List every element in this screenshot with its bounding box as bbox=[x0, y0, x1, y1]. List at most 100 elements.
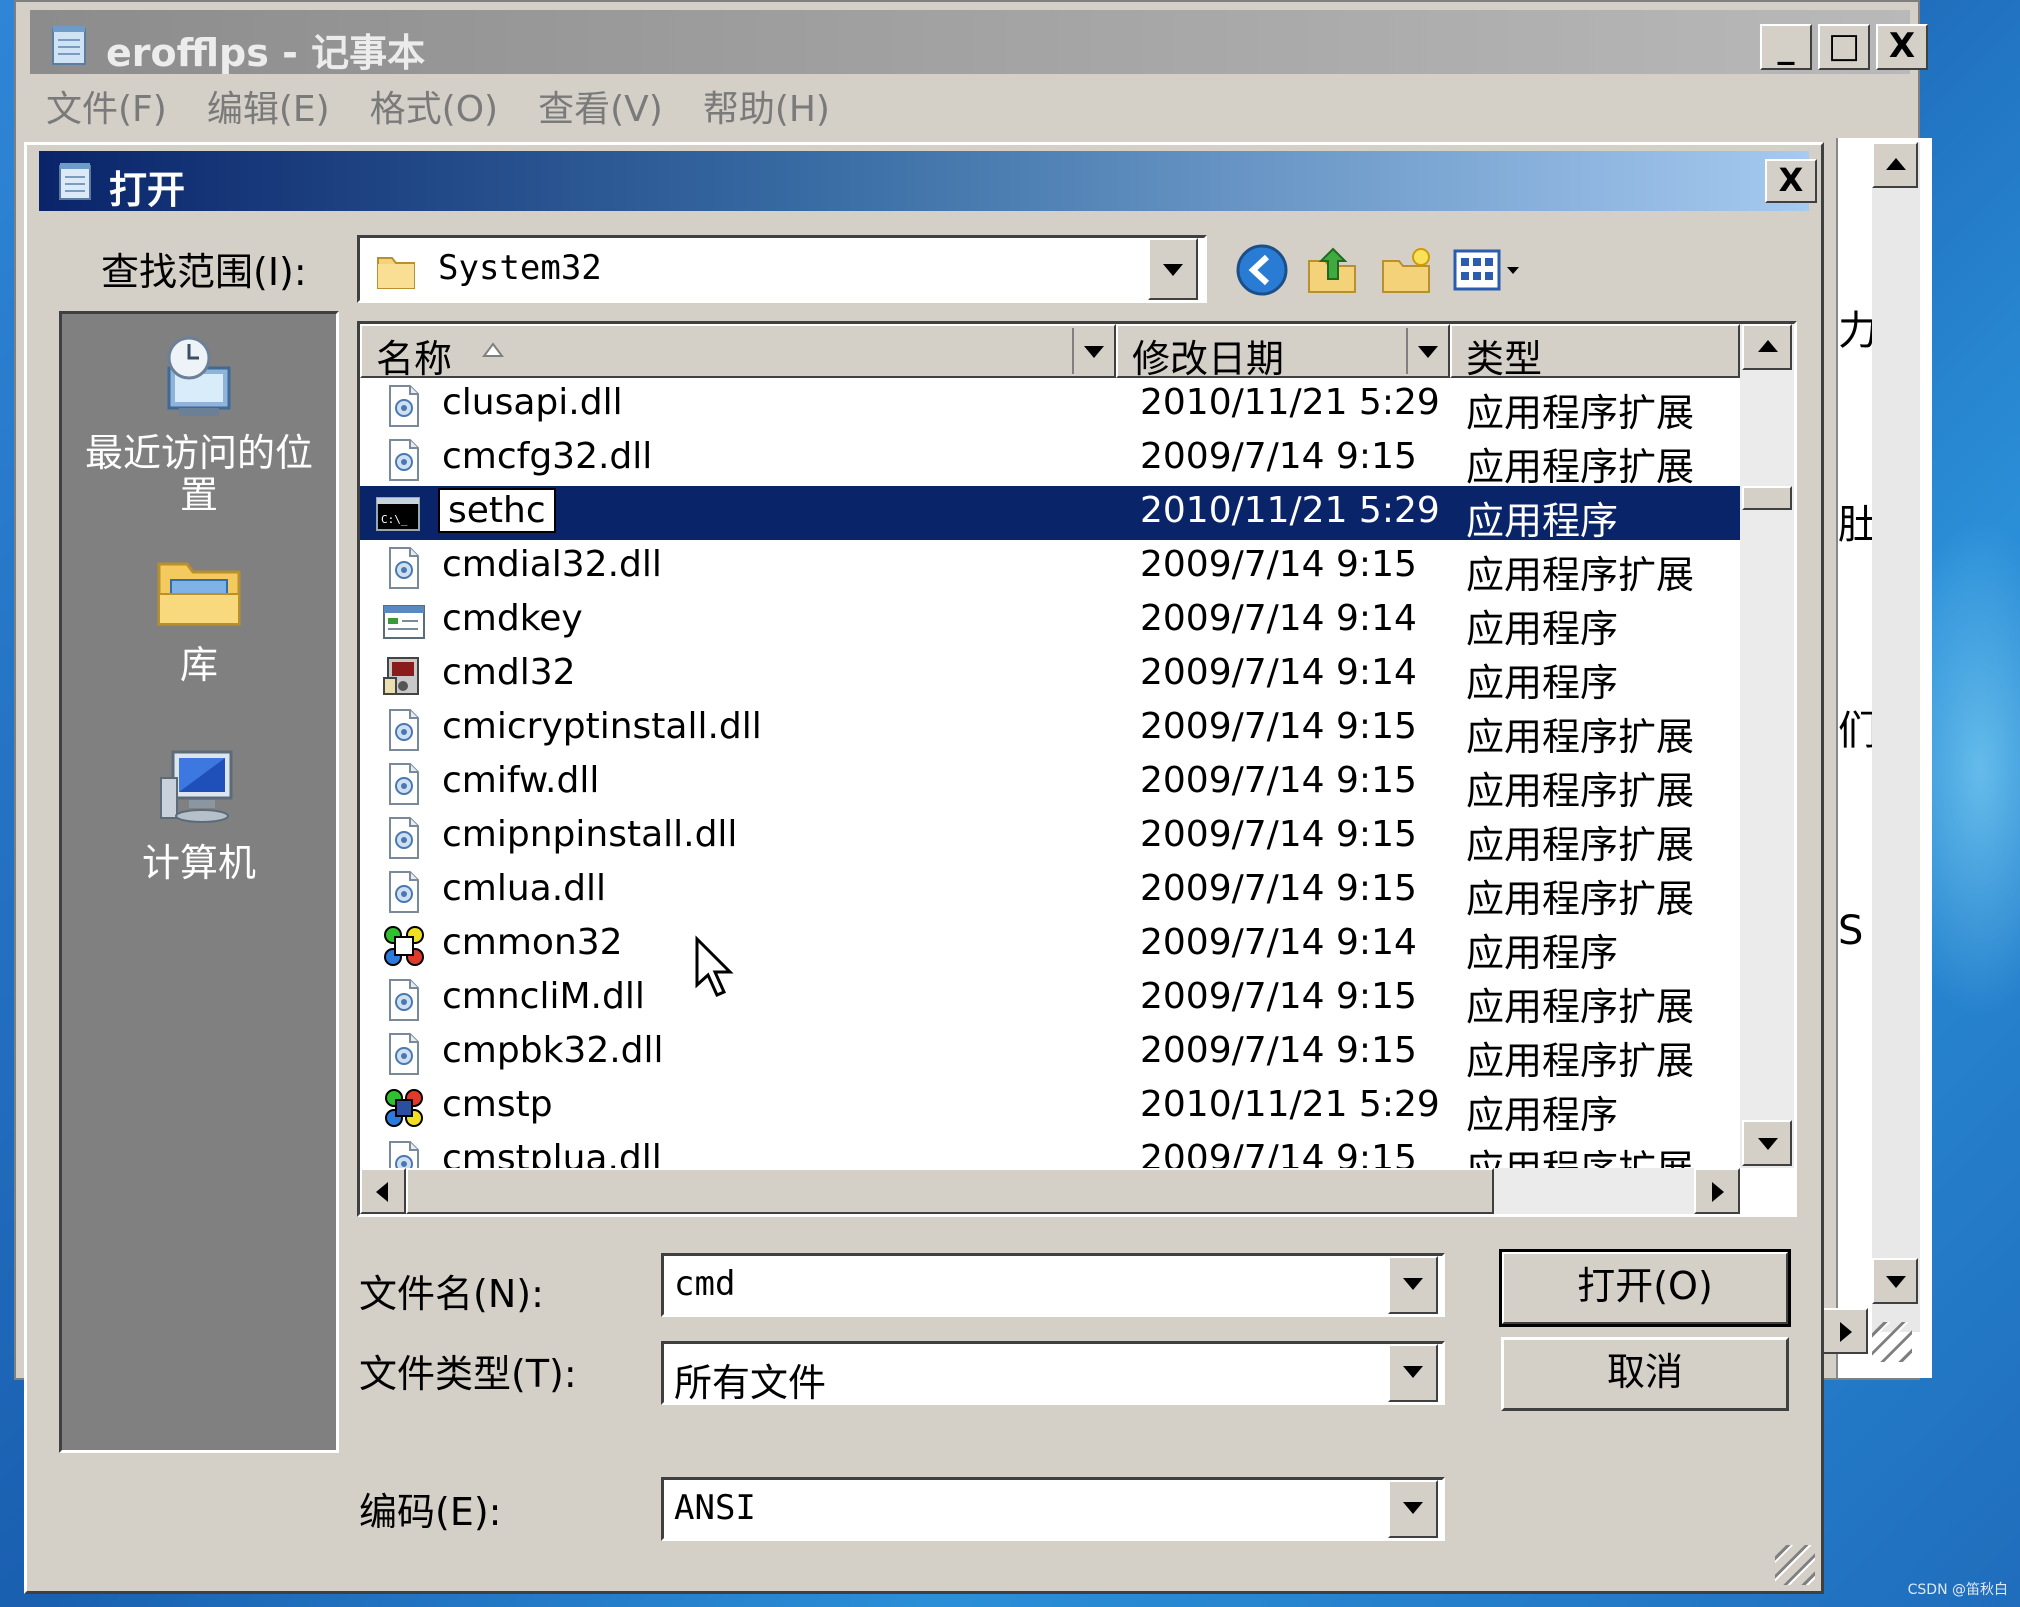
file-scroll-thumb[interactable] bbox=[1742, 486, 1792, 510]
file-hscroll-thumb[interactable] bbox=[406, 1168, 1494, 1214]
notepad-menu-bar: 文件(F) 编辑(E) 格式(O) 查看(V) 帮助(H) bbox=[46, 80, 870, 132]
file-row[interactable]: cmcfg32.dll 2009/7/14 9:15 应用程序扩展 bbox=[360, 432, 1740, 489]
file-scroll-left-button[interactable] bbox=[360, 1168, 406, 1214]
recent-places-icon bbox=[167, 336, 231, 416]
dialog-title: 打开 bbox=[109, 168, 186, 212]
view-menu-icon[interactable] bbox=[1451, 241, 1527, 299]
notepad-title: erofflps - 记事本 bbox=[106, 31, 426, 75]
file-row[interactable]: cmstp 2010/11/21 5:29 应用程序 bbox=[360, 1080, 1740, 1137]
file-scroll-down-button[interactable] bbox=[1742, 1120, 1792, 1166]
scroll-up-button[interactable] bbox=[1872, 142, 1918, 188]
look-in-dropdown-button[interactable] bbox=[1148, 238, 1198, 300]
file-type-select[interactable]: 所有文件 bbox=[661, 1341, 1445, 1405]
menu-view[interactable]: 查看(V) bbox=[538, 80, 663, 132]
file-modified-date: 2009/7/14 9:15 bbox=[1140, 436, 1417, 477]
file-type-dropdown-button[interactable] bbox=[1388, 1344, 1438, 1402]
cmd-exe-icon: C:\_ bbox=[376, 492, 420, 536]
back-icon[interactable] bbox=[1233, 241, 1291, 299]
dialog-resize-grip[interactable] bbox=[1775, 1545, 1815, 1585]
text-fragment: S bbox=[1838, 908, 1864, 954]
svg-text:C:\_: C:\_ bbox=[381, 513, 408, 526]
column-header-modified[interactable]: 修改日期 bbox=[1116, 324, 1450, 381]
dialog-title-bar[interactable]: 打开 X bbox=[39, 151, 1817, 212]
file-name: cmcfg32.dll bbox=[442, 436, 653, 477]
column-modified-label: 修改日期 bbox=[1132, 337, 1285, 381]
scroll-down-button[interactable] bbox=[1872, 1258, 1918, 1304]
menu-file[interactable]: 文件(F) bbox=[46, 80, 167, 132]
file-name: cmifw.dll bbox=[442, 760, 600, 801]
dialog-close-button[interactable]: X bbox=[1765, 159, 1817, 203]
file-modified-date: 2010/11/21 5:29 bbox=[1140, 490, 1440, 531]
file-type: 应用程序扩展 bbox=[1466, 823, 1695, 867]
maximize-button[interactable]: □ bbox=[1818, 24, 1870, 70]
open-dialog: 打开 X 查找范围(I): System32 最近访问的位置 库 计算机 名称 … bbox=[24, 142, 1824, 1594]
file-type-value: 所有文件 bbox=[674, 1361, 827, 1405]
place-recent[interactable]: 最近访问的位置 bbox=[62, 328, 336, 516]
notepad-vertical-scrollbar[interactable] bbox=[1872, 142, 1920, 1332]
file-name-label: 文件名(N): bbox=[359, 1272, 544, 1316]
file-modified-date: 2009/7/14 9:15 bbox=[1140, 1030, 1417, 1071]
notepad-scroll-right-button[interactable] bbox=[1822, 1308, 1868, 1354]
file-name-value: cmd bbox=[674, 1264, 736, 1304]
file-list-vertical-scrollbar[interactable] bbox=[1740, 324, 1794, 1168]
column-header-name[interactable]: 名称 bbox=[360, 324, 1116, 381]
file-list[interactable]: 名称 修改日期 类型 clusapi.dll 2010/11/21 5:29 应用程… bbox=[357, 321, 1797, 1217]
notepad-title-bar[interactable]: erofflps - 记事本 _ □ X bbox=[30, 10, 1928, 75]
file-name: cmicryptinstall.dll bbox=[442, 706, 762, 747]
file-row[interactable]: cmdial32.dll 2009/7/14 9:15 应用程序扩展 bbox=[360, 540, 1740, 597]
close-button[interactable]: X bbox=[1876, 24, 1928, 70]
place-libraries[interactable]: 库 bbox=[62, 540, 336, 686]
file-row[interactable]: cmicryptinstall.dll 2009/7/14 9:15 应用程序扩展 bbox=[360, 702, 1740, 759]
file-scroll-up-button[interactable] bbox=[1742, 324, 1792, 370]
notepad-resize-grip[interactable] bbox=[1872, 1322, 1912, 1362]
encoding-value: ANSI bbox=[674, 1488, 756, 1528]
menu-edit[interactable]: 编辑(E) bbox=[207, 80, 330, 132]
file-row[interactable]: cmpbk32.dll 2009/7/14 9:15 应用程序扩展 bbox=[360, 1026, 1740, 1083]
file-type: 应用程序 bbox=[1466, 661, 1619, 705]
file-row[interactable]: cmlua.dll 2009/7/14 9:15 应用程序扩展 bbox=[360, 864, 1740, 921]
file-row[interactable]: cmdkey 2009/7/14 9:14 应用程序 bbox=[360, 594, 1740, 651]
file-row[interactable]: cmdl32 2009/7/14 9:14 应用程序 bbox=[360, 648, 1740, 705]
up-folder-icon[interactable] bbox=[1303, 241, 1361, 299]
file-row[interactable]: cmmon32 2009/7/14 9:14 应用程序 bbox=[360, 918, 1740, 975]
file-modified-date: 2009/7/14 9:14 bbox=[1140, 652, 1417, 693]
file-modified-date: 2009/7/14 9:15 bbox=[1140, 706, 1417, 747]
dll-icon bbox=[382, 438, 426, 482]
file-name-dropdown-button[interactable] bbox=[1388, 1256, 1438, 1314]
file-name-input[interactable]: cmd bbox=[661, 1253, 1445, 1317]
file-type: 应用程序扩展 bbox=[1466, 769, 1695, 813]
file-type: 应用程序 bbox=[1466, 1093, 1619, 1137]
file-modified-date: 2009/7/14 9:15 bbox=[1140, 760, 1417, 801]
watermark: CSDN @笛秋白 bbox=[1907, 1582, 2008, 1598]
file-name: cmstp bbox=[442, 1084, 553, 1125]
file-row[interactable]: cmifw.dll 2009/7/14 9:15 应用程序扩展 bbox=[360, 756, 1740, 813]
file-row[interactable]: cmncliM.dll 2009/7/14 9:15 应用程序扩展 bbox=[360, 972, 1740, 1029]
file-type: 应用程序扩展 bbox=[1466, 877, 1695, 921]
look-in-dropdown[interactable]: System32 bbox=[357, 235, 1207, 303]
encoding-select[interactable]: ANSI bbox=[661, 1477, 1445, 1541]
place-computer[interactable]: 计算机 bbox=[62, 738, 336, 884]
open-button[interactable]: 打开(O) bbox=[1499, 1249, 1791, 1327]
encoding-dropdown-button[interactable] bbox=[1388, 1480, 1438, 1538]
place-recent-label: 最近访问的位置 bbox=[84, 431, 313, 517]
cancel-button[interactable]: 取消 bbox=[1501, 1337, 1789, 1411]
file-name-rename-input[interactable]: sethc bbox=[438, 488, 556, 533]
column-modified-filter-button[interactable] bbox=[1406, 328, 1446, 374]
dll-icon bbox=[382, 1032, 426, 1076]
file-row[interactable]: C:\_ sethc 2010/11/21 5:29 应用程序 bbox=[360, 486, 1740, 543]
new-folder-icon[interactable] bbox=[1377, 241, 1435, 299]
menu-help[interactable]: 帮助(H) bbox=[703, 80, 830, 132]
file-type: 应用程序扩展 bbox=[1466, 391, 1695, 435]
minimize-button[interactable]: _ bbox=[1760, 24, 1812, 70]
file-row[interactable]: cmipnpinstall.dll 2009/7/14 9:15 应用程序扩展 bbox=[360, 810, 1740, 867]
dll-icon bbox=[382, 978, 426, 1022]
column-name-filter-button[interactable] bbox=[1072, 328, 1112, 374]
file-row[interactable]: clusapi.dll 2010/11/21 5:29 应用程序扩展 bbox=[360, 378, 1740, 435]
column-header-type[interactable]: 类型 bbox=[1450, 324, 1740, 381]
file-modified-date: 2009/7/14 9:15 bbox=[1140, 976, 1417, 1017]
file-modified-date: 2009/7/14 9:15 bbox=[1140, 868, 1417, 909]
file-name: cmlua.dll bbox=[442, 868, 607, 909]
file-list-horizontal-scrollbar[interactable] bbox=[360, 1168, 1740, 1214]
menu-format[interactable]: 格式(O) bbox=[370, 80, 498, 132]
file-scroll-right-button[interactable] bbox=[1694, 1168, 1740, 1214]
